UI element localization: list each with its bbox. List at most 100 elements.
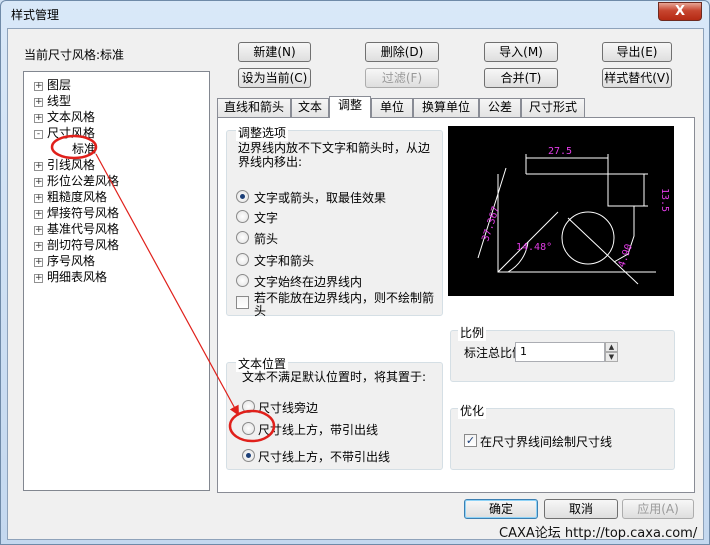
adjust-tab-panel: 调整选项 边界线内放不下文字和箭头时，从边 界线内移出: 文字或箭头，取最佳效果… [217,117,695,493]
expand-icon[interactable]: + [34,226,43,235]
scale-spin-down-icon[interactable]: ▼ [605,352,618,362]
tab-lines-arrows[interactable]: 直线和箭头 [217,98,291,117]
expand-icon[interactable]: + [34,178,43,187]
optimize-title: 优化 [458,402,487,419]
radio-text[interactable] [236,210,249,223]
new-button[interactable]: 新建(N) [238,42,311,62]
scale-input[interactable]: 1 [515,342,605,362]
tree-item-layer[interactable]: + 图层 [34,77,71,93]
radio-text-and-arrow-label[interactable]: 文字和箭头 [254,252,314,269]
preview-drawing: 27.5 13.5 37.367 14.48° 4.90 [477,146,670,285]
draw-dimline-between-checkbox[interactable]: ✓ [464,434,477,447]
radio-text-and-arrow[interactable] [236,253,249,266]
close-button[interactable]: X [658,2,702,21]
tree-item-datum-style[interactable]: + 基准代号风格 [34,221,119,237]
radio-above-with-leader-label[interactable]: 尺寸线上方，带引出线 [258,421,378,438]
preview-part-outline [497,174,656,273]
tree-item-label: 形位公差风格 [47,174,120,188]
radio-above-no-leader[interactable] [242,449,255,462]
tree-item-label: 序号风格 [47,254,96,268]
expand-icon[interactable]: + [34,194,43,203]
collapse-icon[interactable]: - [34,130,43,139]
radio-text-label[interactable]: 文字 [254,209,278,226]
suppress-arrow-checkbox[interactable] [236,296,249,309]
tree-item-label: 线型 [47,94,72,108]
tree-item-label: 剖切符号风格 [47,238,120,252]
ok-button[interactable]: 确定 [464,499,538,519]
title-bar[interactable]: 样式管理 X [1,1,709,27]
tree-item-standard[interactable]: 标准 [72,141,96,157]
radio-text-or-arrow-label[interactable]: 文字或箭头，取最佳效果 [254,189,386,206]
expand-icon[interactable]: + [34,162,43,171]
suppress-arrow-label-line2[interactable]: 头 [254,305,266,317]
tree-item-label: 明细表风格 [47,270,108,284]
radio-above-with-leader[interactable] [242,422,255,435]
adjust-description-line2: 界线内移出: [238,155,303,169]
radio-text-inside[interactable] [236,274,249,287]
import-button[interactable]: 导入(M) [484,42,558,62]
radio-beside-dimline[interactable] [242,400,255,413]
expand-icon[interactable]: + [34,82,43,91]
expand-icon[interactable]: + [34,210,43,219]
set-current-button[interactable]: 设为当前(C) [238,68,311,88]
tree-item-label: 文本风格 [47,110,96,124]
tree-item-label: 焊接符号风格 [47,206,120,220]
expand-icon[interactable]: + [34,274,43,283]
preview-dim-right: 13.5 [659,188,670,212]
tab-strip: 直线和箭头 文本 调整 单位 换算单位 公差 尺寸形式 [217,96,697,118]
expand-icon[interactable]: + [34,98,43,107]
tab-tolerance[interactable]: 公差 [479,98,521,117]
expand-icon[interactable]: + [34,242,43,251]
tree-item-bom-style[interactable]: + 明细表风格 [34,269,107,285]
expand-icon[interactable]: + [34,114,43,123]
style-manager-window: 样式管理 X 当前尺寸风格:标准 新建(N) 删除(D) 导入(M) 导出(E)… [0,0,710,545]
tree-item-leader-style[interactable]: + 引线风格 [34,157,95,173]
radio-text-inside-label[interactable]: 文字始终在边界线内 [254,273,362,290]
scale-spin-up-icon[interactable]: ▲ [605,342,618,352]
tab-alternate-units[interactable]: 换算单位 [413,98,479,117]
filter-button[interactable]: 过滤(F) [365,68,439,88]
export-button[interactable]: 导出(E) [602,42,672,62]
tree-item-section-style[interactable]: + 剖切符号风格 [34,237,119,253]
style-replace-button[interactable]: 样式替代(V) [602,68,672,88]
window-title: 样式管理 [11,8,60,22]
scale-title: 比例 [458,324,487,341]
tree-item-tolerance-style[interactable]: + 形位公差风格 [34,173,119,189]
tree-item-dimension-style[interactable]: - 尺寸风格 [34,125,95,141]
dimension-preview: 27.5 13.5 37.367 14.48° 4.90 [448,126,674,296]
tree-item-linetype[interactable]: + 线型 [34,93,71,109]
radio-arrow[interactable] [236,231,249,244]
tree-item-label: 粗糙度风格 [47,190,108,204]
style-tree[interactable]: + 图层 + 线型 + 文本风格 - 尺寸风格 标准 + 引线风格 + 形位公差风格 + 粗糙… [23,71,210,491]
draw-dimline-between-label[interactable]: 在尺寸界线间绘制尺寸线 [480,433,612,450]
expand-icon[interactable]: + [34,258,43,267]
tab-adjust[interactable]: 调整 [329,96,371,118]
delete-button[interactable]: 删除(D) [365,42,439,62]
tab-dimension-form[interactable]: 尺寸形式 [521,98,585,117]
tree-item-label: 基准代号风格 [47,222,120,236]
preview-dim-left: 37.367 [480,205,502,243]
tree-item-text-style[interactable]: + 文本风格 [34,109,95,125]
preview-dim-diameter: 4.90 [616,243,635,269]
radio-beside-dimline-label[interactable]: 尺寸线旁边 [258,399,318,416]
merge-button[interactable]: 合并(T) [484,68,558,88]
forum-watermark: CAXA论坛 http://top.caxa.com/ [499,526,698,541]
suppress-arrow-label-line1[interactable]: 若不能放在边界线内，则不绘制箭 [254,292,434,304]
tree-item-roughness-style[interactable]: + 粗糙度风格 [34,189,107,205]
tab-units[interactable]: 单位 [371,98,413,117]
preview-dim-top: 27.5 [548,146,572,157]
tree-item-sequence-style[interactable]: + 序号风格 [34,253,95,269]
text-position-description: 文本不满足默认位置时，将其置于: [242,370,427,384]
tree-item-label: 引线风格 [47,158,96,172]
radio-above-no-leader-label[interactable]: 尺寸线上方，不带引出线 [258,448,390,465]
apply-button[interactable]: 应用(A) [622,499,694,519]
tree-item-weld-style[interactable]: + 焊接符号风格 [34,205,119,221]
preview-dim-angle: 14.48° [516,242,552,253]
tab-text[interactable]: 文本 [291,98,329,117]
cancel-button[interactable]: 取消 [544,499,618,519]
tree-item-label: 图层 [47,78,72,92]
radio-text-or-arrow[interactable] [236,190,249,203]
radio-arrow-label[interactable]: 箭头 [254,230,278,247]
tree-item-label: 尺寸风格 [47,126,96,140]
dialog-client-area: 当前尺寸风格:标准 新建(N) 删除(D) 导入(M) 导出(E) 设为当前(C… [7,28,704,540]
